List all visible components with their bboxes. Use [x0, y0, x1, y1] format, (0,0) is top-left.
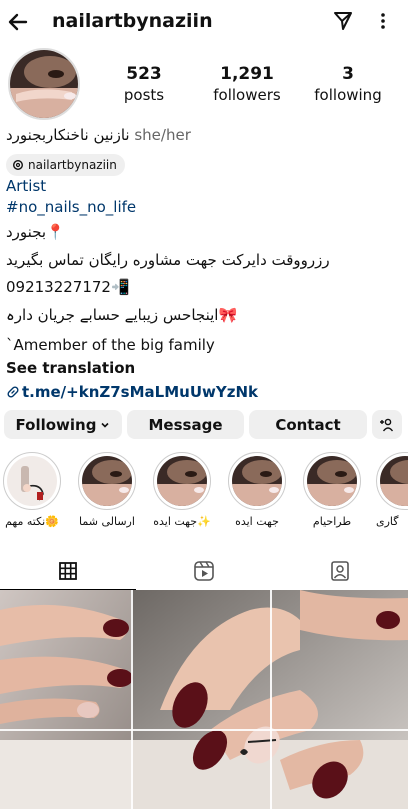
- more-options-button[interactable]: [374, 9, 392, 33]
- highlight-caption: طراحیام: [312, 515, 352, 528]
- bio-link-row[interactable]: t.me/+knZ7sMaLMuUwYzNk: [6, 383, 402, 401]
- bio-family-line: `Amember of the big family: [6, 336, 215, 354]
- tagged-icon: [331, 561, 349, 581]
- profile-avatar[interactable]: [8, 48, 80, 120]
- highlight-item[interactable]: ارسالی شما: [76, 452, 138, 528]
- highlight-item[interactable]: طراحیام: [301, 452, 363, 528]
- highlight-item[interactable]: نکته مهم🌼: [1, 452, 63, 528]
- grid-divider: [270, 590, 272, 809]
- grid-icon: [59, 562, 77, 580]
- profile-username: nailartbynaziin: [52, 10, 213, 32]
- highlight-thumbnail: [307, 456, 357, 506]
- highlight-ring: [303, 452, 361, 510]
- contact-button[interactable]: Contact: [249, 410, 367, 439]
- highlight-item[interactable]: جهت ایده✨: [151, 452, 213, 528]
- bio-phone: 09213227172📲: [6, 278, 130, 296]
- link-icon: [7, 386, 19, 398]
- profile-tabs: [0, 554, 408, 590]
- following-button[interactable]: Following: [4, 410, 122, 439]
- stat-posts[interactable]: 523 posts: [107, 64, 181, 104]
- paper-plane-icon: [334, 12, 352, 30]
- stat-followers[interactable]: 1,291 followers: [204, 64, 290, 104]
- pronouns: she/her: [134, 126, 191, 144]
- post-image: [0, 590, 408, 809]
- message-button[interactable]: Message: [127, 410, 244, 439]
- display-name: نازنین ناخنکاربجنورد: [6, 126, 130, 144]
- tab-posts-grid[interactable]: [0, 554, 136, 588]
- back-button[interactable]: [4, 8, 32, 36]
- bio-name-line: نازنین ناخنکاربجنورد she/her: [6, 126, 402, 144]
- grid-divider: [0, 729, 408, 731]
- see-translation-link[interactable]: See translation: [6, 359, 402, 377]
- highlight-ring: [78, 452, 136, 510]
- highlight-ring: [3, 452, 61, 510]
- arrow-left-icon: [8, 13, 28, 31]
- highlight-caption: ارسالی شما: [79, 515, 135, 528]
- tab-tagged[interactable]: [272, 554, 408, 588]
- following-button-label: Following: [15, 415, 97, 434]
- highlight-item[interactable]: جهت ایده: [226, 452, 288, 528]
- send-button[interactable]: [332, 10, 354, 32]
- contact-button-label: Contact: [275, 415, 341, 434]
- add-person-button[interactable]: [372, 410, 402, 439]
- highlight-item[interactable]: گاری: [376, 452, 408, 528]
- category-label: Artist: [6, 177, 47, 195]
- posts-label: posts: [123, 86, 165, 104]
- bio-link: t.me/+knZ7sMaLMuUwYzNk: [22, 383, 258, 401]
- more-vertical-icon: [381, 13, 385, 29]
- highlight-ring: [153, 452, 211, 510]
- highlight-caption: جهت ایده✨: [153, 515, 211, 528]
- highlight-ring: [376, 452, 408, 510]
- highlight-thumbnail: [7, 456, 57, 506]
- message-button-label: Message: [148, 415, 223, 434]
- followers-count: 1,291: [220, 64, 274, 84]
- highlight-thumbnail: [157, 456, 207, 506]
- posts-count: 523: [126, 64, 162, 84]
- highlight-caption: گاری: [376, 515, 399, 528]
- avatar-image: [10, 50, 78, 118]
- highlight-thumbnail: [380, 456, 408, 506]
- bio-location: بجنورد📍: [6, 223, 65, 241]
- stat-following[interactable]: 3 following: [308, 64, 388, 104]
- threads-icon: [12, 159, 24, 171]
- highlight-ring: [228, 452, 286, 510]
- following-count: 3: [342, 64, 354, 84]
- highlight-caption: جهت ایده: [235, 515, 279, 528]
- bio-telegram-note: اینجاحس زیبایے حسابے جریان دارہ🎀: [6, 306, 238, 324]
- grid-divider: [131, 590, 133, 809]
- posts-grid[interactable]: [0, 590, 408, 809]
- highlight-thumbnail: [232, 456, 282, 506]
- top-bar: nailartbynaziin: [0, 0, 408, 44]
- tab-reels[interactable]: [136, 554, 272, 588]
- followers-label: followers: [213, 86, 281, 104]
- reels-icon: [194, 561, 214, 581]
- bio-hashtag[interactable]: #no_nails_no_life: [6, 198, 402, 216]
- following-label: following: [314, 86, 382, 104]
- threads-handle: nailartbynaziin: [28, 158, 117, 172]
- threads-badge[interactable]: nailartbynaziin: [6, 154, 125, 176]
- bio-reservation: رزرووقت دایرکت جهت مشاوره رایگان تماس بگ…: [6, 251, 330, 269]
- highlight-thumbnail: [82, 456, 132, 506]
- add-person-icon: [380, 418, 394, 431]
- highlight-caption: نکته مهم🌼: [5, 515, 59, 528]
- chevron-down-icon: [101, 422, 110, 428]
